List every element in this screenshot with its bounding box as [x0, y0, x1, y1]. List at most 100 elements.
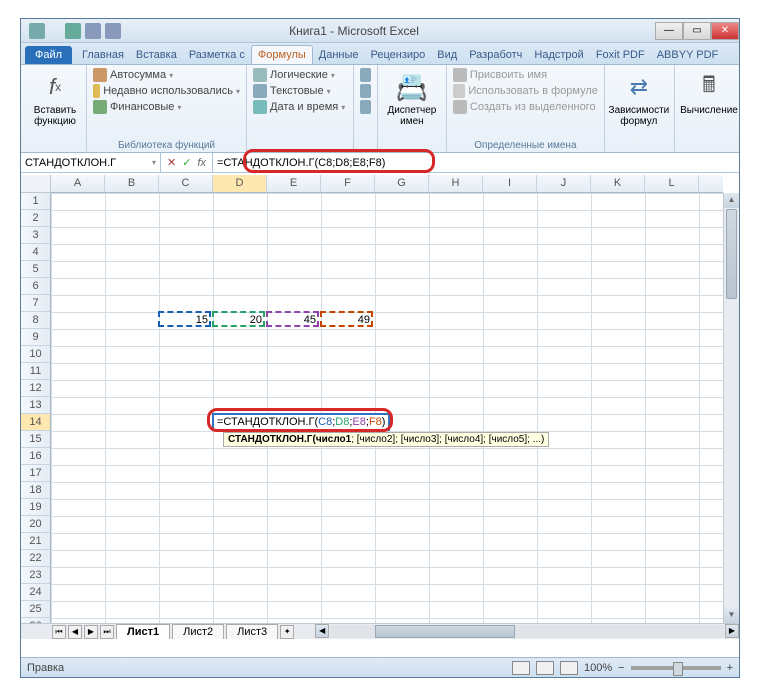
row-header-19[interactable]: 19	[21, 499, 50, 516]
column-header-G[interactable]: G	[375, 175, 429, 192]
tab-abbyy[interactable]: ABBYY PDF	[651, 46, 725, 64]
autosum-button[interactable]: Автосумма▾	[93, 67, 240, 83]
row-header-15[interactable]: 15	[21, 431, 50, 448]
scroll-right-icon[interactable]: ▶	[725, 624, 739, 638]
column-header-C[interactable]: C	[159, 175, 213, 192]
insert-function-button[interactable]: fx Вставить функцию	[27, 67, 83, 131]
zoom-level[interactable]: 100%	[584, 662, 612, 674]
sheet-nav-prev[interactable]: ◀	[68, 625, 82, 639]
sheet-nav-next[interactable]: ▶	[84, 625, 98, 639]
view-layout-button[interactable]	[536, 661, 554, 675]
column-header-F[interactable]: F	[321, 175, 375, 192]
scroll-left-icon[interactable]: ◀	[315, 624, 329, 638]
tab-data[interactable]: Данные	[313, 46, 365, 64]
row-header-13[interactable]: 13	[21, 397, 50, 414]
tab-addins[interactable]: Надстрой	[528, 46, 589, 64]
row-header-5[interactable]: 5	[21, 261, 50, 278]
row-header-16[interactable]: 16	[21, 448, 50, 465]
column-header-L[interactable]: L	[645, 175, 699, 192]
select-all-corner[interactable]	[21, 175, 51, 193]
close-button[interactable]: ✕	[711, 22, 739, 40]
tab-insert[interactable]: Вставка	[130, 46, 183, 64]
column-header-I[interactable]: I	[483, 175, 537, 192]
row-header-9[interactable]: 9	[21, 329, 50, 346]
save-icon[interactable]	[65, 23, 81, 39]
column-header-E[interactable]: E	[267, 175, 321, 192]
text-button[interactable]: Текстовые▾	[253, 83, 347, 99]
name-manager-button[interactable]: 📇 Диспетчер имен	[384, 67, 440, 131]
row-header-14[interactable]: 14	[21, 414, 50, 431]
more-button[interactable]	[360, 99, 371, 115]
tab-home[interactable]: Главная	[76, 46, 130, 64]
lookup-button[interactable]	[360, 67, 371, 83]
row-header-25[interactable]: 25	[21, 601, 50, 618]
row-header-10[interactable]: 10	[21, 346, 50, 363]
row-header-11[interactable]: 11	[21, 363, 50, 380]
row-header-24[interactable]: 24	[21, 584, 50, 601]
view-pagebreak-button[interactable]	[560, 661, 578, 675]
column-header-D[interactable]: D	[213, 175, 267, 192]
column-header-J[interactable]: J	[537, 175, 591, 192]
hscroll-thumb[interactable]	[375, 625, 515, 638]
financial-button[interactable]: Финансовые▾	[93, 99, 240, 115]
define-name-button[interactable]: Присвоить имя	[453, 67, 598, 83]
redo-icon[interactable]	[105, 23, 121, 39]
zoom-out-button[interactable]: −	[618, 662, 624, 674]
undo-icon[interactable]	[85, 23, 101, 39]
view-normal-button[interactable]	[512, 661, 530, 675]
row-header-17[interactable]: 17	[21, 465, 50, 482]
sheet-tab-2[interactable]: Лист2	[172, 624, 224, 639]
name-box[interactable]: СТАНДОТКЛОН.Г ▾	[21, 153, 161, 172]
cell-editor[interactable]: =СТАНДОТКЛОН.Г(C8;D8;E8;F8)	[212, 413, 390, 431]
zoom-in-button[interactable]: +	[727, 662, 733, 674]
row-header-2[interactable]: 2	[21, 210, 50, 227]
row-header-20[interactable]: 20	[21, 516, 50, 533]
fx-button-icon[interactable]: fx	[197, 157, 206, 169]
cancel-formula-icon[interactable]: ✕	[167, 156, 176, 169]
row-header-18[interactable]: 18	[21, 482, 50, 499]
row-header-21[interactable]: 21	[21, 533, 50, 550]
tab-layout[interactable]: Разметка с	[183, 46, 251, 64]
math-button[interactable]	[360, 83, 371, 99]
vertical-scrollbar[interactable]: ▲ ▼	[723, 193, 739, 623]
maximize-button[interactable]: ▭	[683, 22, 711, 40]
horizontal-scrollbar[interactable]: ◀ ▶	[315, 624, 739, 639]
column-header-K[interactable]: K	[591, 175, 645, 192]
row-header-6[interactable]: 6	[21, 278, 50, 295]
tab-foxit[interactable]: Foxit PDF	[590, 46, 651, 64]
row-header-3[interactable]: 3	[21, 227, 50, 244]
scroll-up-icon[interactable]: ▲	[724, 193, 739, 208]
column-header-H[interactable]: H	[429, 175, 483, 192]
row-header-12[interactable]: 12	[21, 380, 50, 397]
tab-file[interactable]: Файл	[25, 46, 72, 64]
name-box-dropdown-icon[interactable]: ▾	[152, 158, 156, 167]
formula-auditing-button[interactable]: ⇄ Зависимости формул	[611, 67, 667, 131]
tab-review[interactable]: Рецензиро	[365, 46, 432, 64]
formula-input[interactable]: =СТАНДОТКЛОН.Г(C8;D8;E8;F8)	[213, 153, 739, 172]
logical-button[interactable]: Логические▾	[253, 67, 347, 83]
sheet-nav-last[interactable]: ⏭	[100, 625, 114, 639]
tab-formulas[interactable]: Формулы	[251, 45, 313, 64]
recent-button[interactable]: Недавно использовались▾	[93, 83, 240, 99]
sheet-tab-3[interactable]: Лист3	[226, 624, 278, 639]
row-header-4[interactable]: 4	[21, 244, 50, 261]
column-header-B[interactable]: B	[105, 175, 159, 192]
new-sheet-button[interactable]: ✦	[280, 625, 294, 639]
row-header-8[interactable]: 8	[21, 312, 50, 329]
vscroll-thumb[interactable]	[726, 209, 737, 299]
enter-formula-icon[interactable]: ✓	[182, 156, 191, 169]
scroll-down-icon[interactable]: ▼	[724, 608, 739, 623]
cells-area[interactable]: 15204549=СТАНДОТКЛОН.Г(C8;D8;E8;F8)СТАНД…	[51, 193, 723, 623]
tab-developer[interactable]: Разработч	[463, 46, 528, 64]
row-header-7[interactable]: 7	[21, 295, 50, 312]
row-header-23[interactable]: 23	[21, 567, 50, 584]
create-from-selection-button[interactable]: Создать из выделенного	[453, 99, 598, 115]
row-header-1[interactable]: 1	[21, 193, 50, 210]
minimize-button[interactable]: —	[655, 22, 683, 40]
calculation-button[interactable]: 🖩 Вычисление	[681, 67, 737, 120]
tab-view[interactable]: Вид	[431, 46, 463, 64]
row-header-22[interactable]: 22	[21, 550, 50, 567]
zoom-slider[interactable]	[631, 666, 721, 670]
sheet-nav-first[interactable]: ⏮	[52, 625, 66, 639]
column-header-A[interactable]: A	[51, 175, 105, 192]
